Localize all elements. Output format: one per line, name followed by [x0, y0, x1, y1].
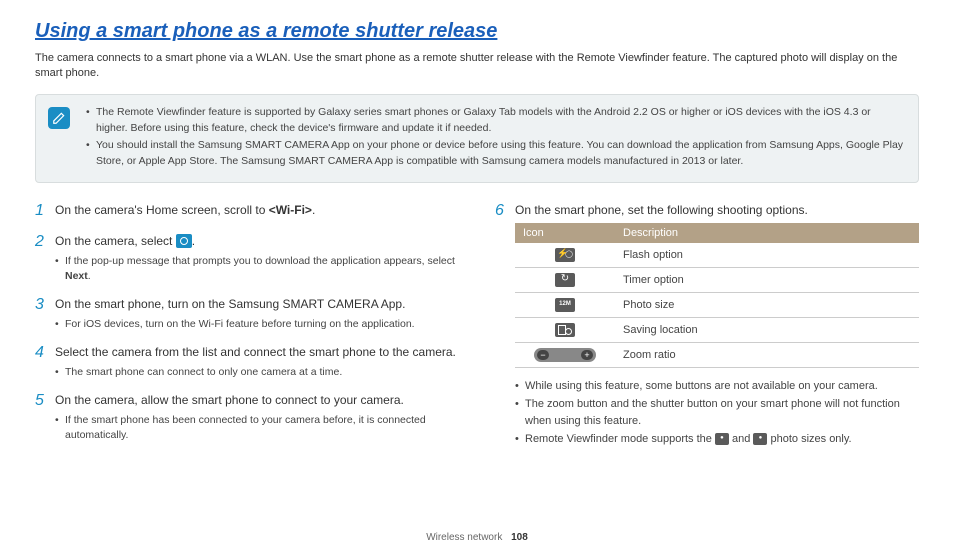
step-text: On the camera, allow the smart phone to … [55, 391, 459, 409]
step-text: On the smart phone, set the following sh… [515, 201, 919, 219]
sub-item: If the pop-up message that prompts you t… [55, 254, 459, 286]
note-item: You should install the Samsung SMART CAM… [86, 138, 904, 170]
step-4: 4 Select the camera from the list and co… [35, 343, 459, 381]
step-text: On the camera's Home screen, scroll to [55, 203, 269, 217]
footer-section: Wireless network [426, 532, 502, 543]
note-box: The Remote Viewfinder feature is support… [35, 94, 919, 183]
saving-location-icon [555, 323, 575, 337]
sub-item: For iOS devices, turn on the Wi-Fi featu… [55, 317, 459, 333]
th-desc: Description [615, 223, 919, 243]
zoom-ratio-icon: −+ [534, 348, 596, 362]
right-column: 6 On the smart phone, set the following … [495, 201, 919, 460]
td-desc: Flash option [615, 243, 919, 268]
remote-viewfinder-icon [176, 234, 192, 248]
td-desc: Saving location [615, 317, 919, 342]
step-number: 4 [35, 343, 55, 381]
page-title: Using a smart phone as a remote shutter … [35, 20, 919, 43]
after-item: The zoom button and the shutter button o… [515, 396, 919, 429]
step-text: On the camera, select [55, 234, 176, 248]
td-desc: Timer option [615, 267, 919, 292]
timer-icon [555, 273, 575, 287]
intro-text: The camera connects to a smart phone via… [35, 51, 919, 82]
step-bold: <Wi-Fi> [269, 203, 312, 217]
pencil-note-icon [48, 107, 70, 129]
sub-item: The smart phone can connect to only one … [55, 365, 459, 381]
step-number: 6 [495, 201, 515, 450]
sub-item: If the smart phone has been connected to… [55, 413, 459, 445]
options-table: IconDescription Flash option Timer optio… [515, 223, 919, 368]
size-icon-b [753, 433, 767, 445]
after-item: While using this feature, some buttons a… [515, 378, 919, 395]
step-text: On the smart phone, turn on the Samsung … [55, 295, 459, 313]
step-number: 2 [35, 232, 55, 286]
flash-icon [555, 248, 575, 262]
step-number: 3 [35, 295, 55, 333]
th-icon: Icon [515, 223, 615, 243]
page-footer: Wireless network 108 [0, 532, 954, 543]
size-icon-a [715, 433, 729, 445]
step-text: Select the camera from the list and conn… [55, 343, 459, 361]
step-1: 1 On the camera's Home screen, scroll to… [35, 201, 459, 222]
left-column: 1 On the camera's Home screen, scroll to… [35, 201, 459, 460]
plus-icon: + [581, 350, 593, 360]
note-item: The Remote Viewfinder feature is support… [86, 105, 904, 137]
td-desc: Zoom ratio [615, 342, 919, 367]
photo-size-icon [555, 298, 575, 312]
step-6: 6 On the smart phone, set the following … [495, 201, 919, 450]
step-number: 1 [35, 201, 55, 222]
step-2: 2 On the camera, select . If the pop-up … [35, 232, 459, 286]
step-5: 5 On the camera, allow the smart phone t… [35, 391, 459, 445]
td-desc: Photo size [615, 292, 919, 317]
minus-icon: − [537, 350, 549, 360]
step-number: 5 [35, 391, 55, 445]
after-item: Remote Viewfinder mode supports the and … [515, 431, 919, 448]
step-3: 3 On the smart phone, turn on the Samsun… [35, 295, 459, 333]
page-number: 108 [511, 532, 528, 543]
